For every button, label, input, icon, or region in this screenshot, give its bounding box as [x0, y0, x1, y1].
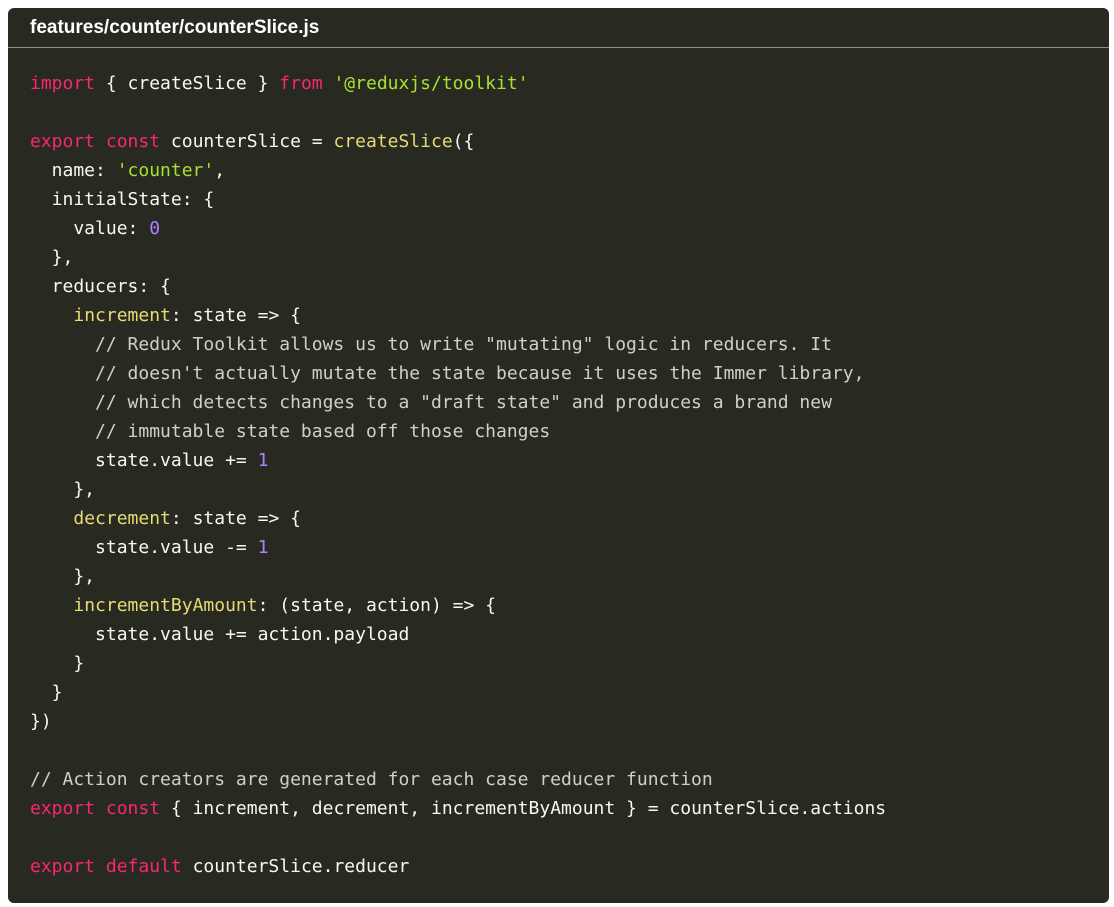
code-line: }, [30, 243, 1109, 272]
code-token-plain: reducers: { [30, 276, 171, 297]
code-token-plain: : (state, action) => { [257, 595, 497, 616]
code-line: reducers: { [30, 272, 1109, 301]
code-token-plain: }, [30, 479, 96, 500]
code-line: // Redux Toolkit allows us to write "mut… [30, 330, 1109, 359]
code-token-plain: : state => { [170, 508, 301, 529]
code-token-comment: // immutable state based off those chang… [30, 421, 551, 442]
code-block: features/counter/counterSlice.js import … [8, 8, 1109, 903]
code-token-plain: }, [30, 566, 96, 587]
code-token-plain: counterSlice = [160, 131, 334, 152]
code-line: export const { increment, decrement, inc… [30, 794, 1109, 823]
code-token-plain: : state => { [170, 305, 301, 326]
code-token-number: 1 [257, 537, 269, 558]
code-token-plain: value: [30, 218, 150, 239]
code-token-plain: state.value += action.payload [30, 624, 410, 645]
code-token-comment: // Redux Toolkit allows us to write "mut… [30, 334, 832, 355]
code-token-keyword: import [30, 73, 96, 94]
code-token-keyword: from [279, 73, 323, 94]
code-line: // which detects changes to a "draft sta… [30, 388, 1109, 417]
code-line: state.value -= 1 [30, 533, 1109, 562]
code-line: // immutable state based off those chang… [30, 417, 1109, 446]
code-token-keyword: default [105, 856, 182, 877]
code-token-plain: name: [30, 160, 117, 181]
code-line: name: 'counter', [30, 156, 1109, 185]
code-body[interactable]: import { createSlice } from '@reduxjs/to… [8, 48, 1109, 881]
code-token-func: decrement [73, 508, 171, 529]
code-token-func: increment [73, 305, 171, 326]
code-token-plain: , [214, 160, 226, 181]
code-token-plain: counterSlice.reducer [181, 856, 410, 877]
code-line: } [30, 649, 1109, 678]
code-line: export default counterSlice.reducer [30, 852, 1109, 881]
code-token-number: 1 [257, 450, 269, 471]
code-line: state.value += action.payload [30, 620, 1109, 649]
code-token-plain: { createSlice } [95, 73, 280, 94]
code-line: export const counterSlice = createSlice(… [30, 127, 1109, 156]
code-token-plain: state.value -= [30, 537, 258, 558]
code-line: initialState: { [30, 185, 1109, 214]
code-line: } [30, 678, 1109, 707]
code-token-plain: initialState: { [30, 189, 215, 210]
code-token-plain: }) [30, 711, 52, 732]
code-token-keyword: export [30, 131, 96, 152]
code-token-keyword: export [30, 798, 96, 819]
code-line: incrementByAmount: (state, action) => { [30, 591, 1109, 620]
code-line: }, [30, 475, 1109, 504]
code-token-comment: // Action creators are generated for eac… [30, 769, 713, 790]
code-token-plain: } [30, 682, 63, 703]
code-line: // Action creators are generated for eac… [30, 765, 1109, 794]
code-token-plain: } [30, 653, 85, 674]
code-line: }, [30, 562, 1109, 591]
code-line: }) [30, 707, 1109, 736]
code-token-plain: }, [30, 247, 74, 268]
code-token-keyword: const [105, 798, 161, 819]
code-line: decrement: state => { [30, 504, 1109, 533]
code-token-number: 0 [149, 218, 161, 239]
code-line: value: 0 [30, 214, 1109, 243]
code-token-func: createSlice [333, 131, 453, 152]
code-line: increment: state => { [30, 301, 1109, 330]
code-token-string: '@reduxjs/toolkit' [333, 73, 529, 94]
code-token-comment: // doesn't actually mutate the state bec… [30, 363, 865, 384]
code-token-keyword: export [30, 856, 96, 877]
code-line: // doesn't actually mutate the state bec… [30, 359, 1109, 388]
code-line: state.value += 1 [30, 446, 1109, 475]
code-token-comment: // which detects changes to a "draft sta… [30, 392, 832, 413]
code-token-func: incrementByAmount [73, 595, 258, 616]
code-token-string: 'counter' [116, 160, 215, 181]
code-line: import { createSlice } from '@reduxjs/to… [30, 69, 1109, 98]
code-token-keyword: const [105, 131, 161, 152]
code-token-plain: { increment, decrement, incrementByAmoun… [160, 798, 887, 819]
code-token-plain: state.value += [30, 450, 258, 471]
code-token-plain: ({ [452, 131, 475, 152]
file-title: features/counter/counterSlice.js [8, 8, 1109, 48]
